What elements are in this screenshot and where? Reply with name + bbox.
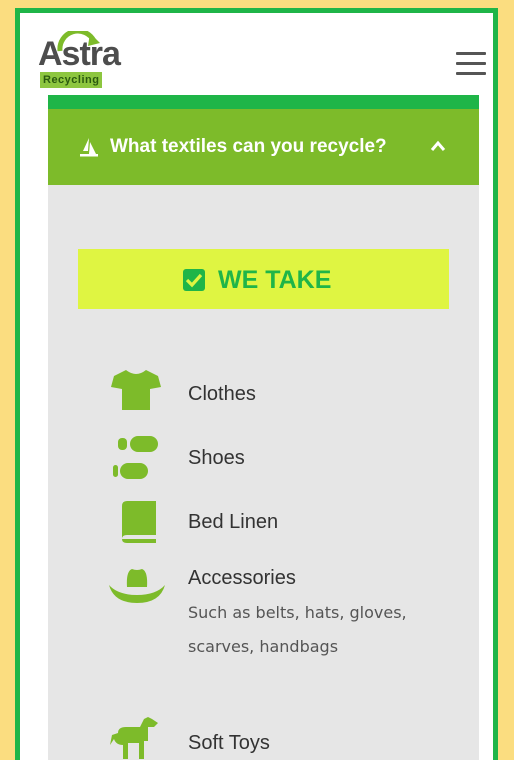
hamburger-menu-icon[interactable] [456, 52, 488, 76]
screen: Astra Recycling What textiles can you re… [20, 13, 493, 760]
we-take-banner: WE TAKE [78, 249, 449, 309]
green-divider [48, 95, 479, 109]
item-label-shoes: Shoes [188, 447, 245, 469]
accordion-title: What textiles can you recycle? [110, 136, 387, 157]
logo-wordmark: Astra [38, 35, 121, 73]
device-frame: Astra Recycling What textiles can you re… [15, 8, 498, 760]
item-label-clothes: Clothes [188, 383, 256, 405]
tshirt-icon [111, 370, 161, 410]
item-label-accessories: Accessories [188, 567, 296, 589]
chevron-up-icon[interactable] [430, 140, 446, 152]
hat-icon [109, 569, 165, 603]
site-header: Astra Recycling [20, 13, 493, 95]
horse-icon [110, 717, 158, 759]
we-take-label: WE TAKE [218, 266, 332, 294]
checkbox-checked-icon [183, 269, 205, 291]
textiles-accordion-header[interactable]: What textiles can you recycle? [48, 109, 479, 185]
logo-subtitle: Recycling [40, 72, 103, 88]
item-label-bed-linen: Bed Linen [188, 511, 279, 533]
book-icon [122, 501, 156, 543]
recycle-triangle-icon [80, 138, 98, 157]
item-desc-accessories: Such as belts, hats, gloves, scarves, ha… [188, 603, 407, 656]
textiles-panel: WE TAKE Clothes Shoes Bed Linen Accessor… [48, 185, 479, 760]
site-logo[interactable]: Astra Recycling [38, 31, 138, 97]
footprints-icon [113, 436, 158, 479]
item-label-soft-toys: Soft Toys [188, 732, 270, 754]
